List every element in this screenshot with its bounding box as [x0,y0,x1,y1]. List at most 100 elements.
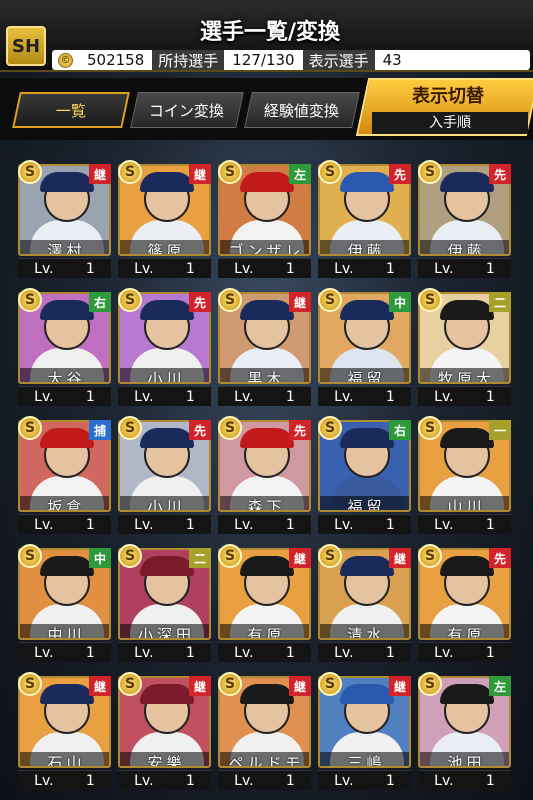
player-card[interactable]: 黒木 S 継 Lv. 1 [218,288,311,408]
position-badge: 中 [389,292,411,312]
level-value: 1 [185,260,195,277]
level-row: Lv. 1 [418,642,511,662]
tab-exp-convert-label: 経験値変換 [264,101,340,120]
level-row: Lv. 1 [418,258,511,278]
position-badge: 継 [89,164,111,184]
player-name: 澤村 [20,240,109,254]
level-label: Lv. [34,772,54,789]
position-badge: 二 [189,548,211,568]
level-label: Lv. [334,644,354,661]
level-value: 1 [385,772,395,789]
player-card[interactable]: 澤村 S 継 Lv. 1 [18,160,111,280]
level-value: 1 [385,260,395,277]
level-value: 1 [385,516,395,533]
position-badge: 先 [189,292,211,312]
level-label: Lv. [334,516,354,533]
rank-s-icon: S [18,672,42,696]
cap-shape [40,172,94,192]
player-card[interactable]: 清水 S 継 Lv. 1 [318,544,411,664]
player-card[interactable]: 大谷 S 右 Lv. 1 [18,288,111,408]
team-logo-icon: SH [6,26,46,66]
player-card[interactable]: 福留 S 中 Lv. 1 [318,288,411,408]
player-card[interactable]: 福留 S 右 Lv. 1 [318,416,411,536]
player-card[interactable]: 小川 S 先 Lv. 1 [118,288,211,408]
stats-bar: © 502158 所持選手 127/130 表示選手 43 [52,50,530,70]
rank-s-icon: S [118,288,142,312]
rank-s-icon: S [118,544,142,568]
level-value: 1 [485,516,495,533]
rank-s-icon: S [318,416,342,440]
cap-shape [140,684,194,704]
player-card[interactable]: 伊藤 S 先 Lv. 1 [418,160,511,280]
player-card[interactable]: 安樂 S 継 Lv. 1 [118,672,211,792]
player-card[interactable]: 小深田 S 二 Lv. 1 [118,544,211,664]
rank-s-icon: S [118,416,142,440]
tab-exp-convert[interactable]: 経験値変換 [244,92,360,128]
tab-coin-convert[interactable]: コイン変換 [130,92,244,128]
level-value: 1 [485,260,495,277]
player-card[interactable]: 有原 S 継 Lv. 1 [218,544,311,664]
player-card[interactable]: 森下 S 先 Lv. 1 [218,416,311,536]
player-card[interactable]: 小川 S 先 Lv. 1 [118,416,211,536]
rank-s-icon: S [418,544,442,568]
player-name: 有原 [220,624,309,638]
display-switch-label: 表示切替 [412,86,484,107]
level-label: Lv. [234,260,254,277]
tab-list[interactable]: 一覧 [12,92,130,128]
position-badge: 先 [289,420,311,440]
position-badge: 先 [489,548,511,568]
level-row: Lv. 1 [18,386,111,406]
display-label: 表示選手 [302,50,375,70]
level-row: Lv. 1 [218,514,311,534]
rank-s-icon: S [318,160,342,184]
page-title: 選手一覧/変換 [199,20,341,45]
level-row: Lv. 1 [318,642,411,662]
position-badge: 中 [89,548,111,568]
player-card[interactable]: 三嶋 S 継 Lv. 1 [318,672,411,792]
level-row: Lv. 1 [318,770,411,790]
level-value: 1 [185,516,195,533]
player-name: 池田 [420,752,509,766]
player-name: 伊藤 [420,240,509,254]
level-label: Lv. [434,388,454,405]
player-name: 中川 [20,624,109,638]
level-label: Lv. [134,260,154,277]
position-badge: 右 [89,292,111,312]
player-card[interactable]: ペルドモ S 継 Lv. 1 [218,672,311,792]
level-value: 1 [485,644,495,661]
player-card[interactable]: ゴンザレス S 左 Lv. 1 [218,160,311,280]
player-card[interactable]: 坂倉 S 捕 Lv. 1 [18,416,111,536]
cap-shape [140,172,194,192]
player-grid: 澤村 S 継 Lv. 1 篠原 S 継 Lv. 1 ゴンザレス S 左 Lv. [18,160,518,800]
level-row: Lv. 1 [18,642,111,662]
player-card[interactable]: 中川 S 中 Lv. 1 [18,544,111,664]
level-label: Lv. [34,388,54,405]
player-card[interactable]: 有原 S 先 Lv. 1 [418,544,511,664]
tab-coin-convert-label: コイン変換 [149,101,225,120]
level-row: Lv. 1 [18,258,111,278]
level-row: Lv. 1 [218,258,311,278]
cap-shape [440,428,494,448]
level-value: 1 [485,388,495,405]
cap-shape [240,428,294,448]
player-name: 森下 [220,496,309,510]
rank-s-icon: S [18,160,42,184]
player-name: 三嶋 [320,752,409,766]
display-value: 43 [382,51,402,69]
level-value: 1 [285,644,295,661]
rank-s-icon: S [18,288,42,312]
rank-s-icon: S [218,160,242,184]
player-card[interactable]: 山川 S 一 Lv. 1 [418,416,511,536]
position-badge: 継 [89,676,111,696]
player-card[interactable]: 伊藤 S 先 Lv. 1 [318,160,411,280]
rank-s-icon: S [18,416,42,440]
player-card[interactable]: 篠原 S 継 Lv. 1 [118,160,211,280]
tab-list-label: 一覧 [55,101,86,120]
player-card[interactable]: 牧原大 S 二 Lv. 1 [418,288,511,408]
position-badge: 左 [489,676,511,696]
level-value: 1 [385,388,395,405]
player-card[interactable]: 池田 S 左 Lv. 1 [418,672,511,792]
level-value: 1 [285,516,295,533]
level-value: 1 [85,644,95,661]
player-card[interactable]: 石山 S 継 Lv. 1 [18,672,111,792]
